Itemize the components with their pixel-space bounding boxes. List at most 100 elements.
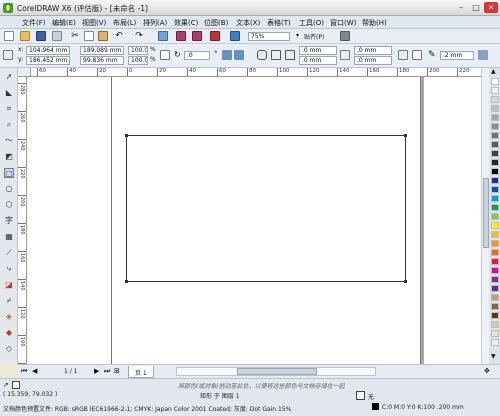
dimension-tool-icon[interactable]: ⟋ (4, 248, 14, 258)
fill-tool-icon[interactable]: ◆ (4, 328, 14, 338)
mirror-horizontal-icon[interactable] (222, 50, 232, 60)
color-swatch[interactable] (491, 303, 499, 310)
last-page-button[interactable]: ⏭ (104, 367, 110, 376)
paste-icon[interactable] (98, 31, 108, 41)
color-swatch[interactable] (491, 141, 499, 148)
zoom-level-select[interactable]: 75% (248, 32, 290, 41)
palette-scroll-up-icon[interactable]: ▲ (491, 69, 496, 75)
interactive-fill-tool-icon[interactable]: ◇ (4, 344, 14, 354)
export-icon[interactable] (192, 31, 202, 41)
smart-fill-tool-icon[interactable]: ◩ (4, 152, 14, 162)
close-window-button[interactable]: ✕ (484, 2, 498, 13)
outline-tool-icon[interactable]: ◈ (4, 312, 14, 322)
horizontal-ruler[interactable]: 60 40 20 0 20 40 60 80 100 120 140 160 180 200 220 (31, 68, 481, 77)
color-swatch[interactable] (491, 78, 499, 85)
color-swatch[interactable] (491, 204, 499, 211)
color-swatch[interactable] (491, 267, 499, 274)
mirror-vertical-icon[interactable] (234, 50, 244, 60)
table-tool-icon[interactable]: ▦ (4, 232, 14, 242)
selection-handle[interactable] (404, 134, 407, 137)
selection-handle[interactable] (404, 280, 407, 283)
horizontal-scrollbar[interactable] (176, 367, 376, 376)
text-tool-icon[interactable]: 字 (4, 216, 14, 226)
color-swatch[interactable] (491, 276, 499, 283)
color-swatch[interactable] (491, 222, 499, 229)
interactive-tool-icon[interactable]: ◪ (4, 280, 14, 290)
menu-bitmaps[interactable]: 位图(B) (204, 18, 228, 28)
outline-color-swatch[interactable] (372, 403, 379, 410)
scroll-thumb[interactable] (237, 368, 317, 375)
menu-effects[interactable]: 效果(C) (174, 18, 198, 28)
color-swatch[interactable] (491, 213, 499, 220)
eyedropper-tool-icon[interactable]: ⌿ (4, 296, 14, 306)
outline-pen-icon[interactable]: ✎ (428, 50, 438, 60)
rectangle-object[interactable] (126, 135, 406, 282)
color-swatch[interactable] (491, 258, 499, 265)
first-page-button[interactable]: ⏮ (21, 367, 27, 376)
previous-page-button[interactable]: ◀ (32, 367, 37, 375)
pick-tool-icon[interactable]: ➚ (4, 72, 14, 82)
x-position-field[interactable]: 104.964 mm (26, 46, 70, 55)
selection-handle[interactable] (125, 134, 128, 137)
page-tab[interactable]: 页 1 (128, 366, 154, 378)
undo-icon[interactable]: ↶ (114, 31, 124, 41)
menu-tools[interactable]: 工具(O) (299, 18, 324, 28)
scale-width-field[interactable]: 100.0 (128, 46, 148, 55)
rotation-angle-field[interactable]: .0 (184, 51, 210, 60)
round-corner-icon[interactable] (257, 50, 267, 60)
color-swatch[interactable] (491, 87, 499, 94)
zoom-tool-icon[interactable]: ⌕ (4, 120, 14, 130)
save-icon[interactable] (36, 31, 46, 41)
color-swatch[interactable] (491, 150, 499, 157)
polygon-tool-icon[interactable]: ⬡ (4, 200, 14, 210)
menu-window[interactable]: 窗口(W) (330, 18, 356, 28)
menu-view[interactable]: 视图(V) (82, 18, 106, 28)
shape-tool-icon[interactable]: ◣ (4, 88, 14, 98)
maximize-button[interactable]: □ (469, 2, 483, 13)
ellipse-tool-icon[interactable]: ○ (4, 184, 14, 194)
search-content-icon[interactable] (158, 31, 168, 41)
y-position-field[interactable]: 186.452 mm (26, 56, 70, 65)
cut-icon[interactable]: ✂ (70, 31, 80, 41)
color-swatch[interactable] (491, 114, 499, 121)
color-swatch[interactable] (491, 240, 499, 247)
menu-arrange[interactable]: 排列(A) (143, 18, 167, 28)
corner-radius-top-left-field[interactable]: .0 mm (299, 46, 337, 55)
application-launcher-icon[interactable] (230, 31, 240, 41)
lock-ratio-icon[interactable] (160, 50, 170, 60)
vertical-scrollbar[interactable] (481, 68, 489, 364)
color-swatch[interactable] (491, 159, 499, 166)
options-icon[interactable] (340, 31, 350, 41)
color-swatch[interactable] (491, 285, 499, 292)
color-profile-info[interactable]: 文档颜色预置文件: RGB: sRGB IEC61966-2.1; CMYK: … (3, 404, 291, 413)
color-swatch[interactable] (491, 186, 499, 193)
open-folder-icon[interactable] (20, 31, 30, 41)
navigator-icon[interactable]: ✥ (484, 367, 490, 375)
menu-edit[interactable]: 编辑(E) (52, 18, 76, 28)
color-swatch[interactable] (491, 195, 499, 202)
menu-layout[interactable]: 布局(L) (113, 18, 136, 28)
width-field[interactable]: 189.089 mm (80, 46, 124, 55)
copy-icon[interactable] (84, 31, 94, 41)
color-swatch[interactable] (491, 339, 499, 346)
minimize-button[interactable]: – (454, 2, 468, 13)
publish-pdf-icon[interactable] (210, 31, 220, 41)
new-document-icon[interactable] (4, 31, 14, 41)
fill-indicator-icon[interactable] (356, 391, 365, 400)
outline-width-select[interactable]: .2 mm (440, 51, 474, 60)
freehand-tool-icon[interactable]: 〜 (4, 136, 14, 146)
palette-scroll-down-icon[interactable]: ▼ (491, 354, 496, 360)
height-field[interactable]: 99.836 mm (80, 56, 124, 65)
color-swatch[interactable] (491, 123, 499, 130)
crop-tool-icon[interactable]: ⌗ (4, 104, 14, 114)
lock-corners-icon[interactable] (340, 50, 350, 60)
scale-height-field[interactable]: 100.0 (128, 56, 148, 65)
import-icon[interactable] (176, 31, 186, 41)
color-swatch[interactable] (491, 168, 499, 175)
color-swatch[interactable] (491, 231, 499, 238)
rectangle-tool-icon[interactable]: □ (4, 168, 14, 178)
redo-icon[interactable]: ↷ (134, 31, 144, 41)
color-swatch[interactable] (491, 105, 499, 112)
color-swatch[interactable] (491, 330, 499, 337)
next-page-button[interactable]: ▶ (94, 367, 99, 375)
